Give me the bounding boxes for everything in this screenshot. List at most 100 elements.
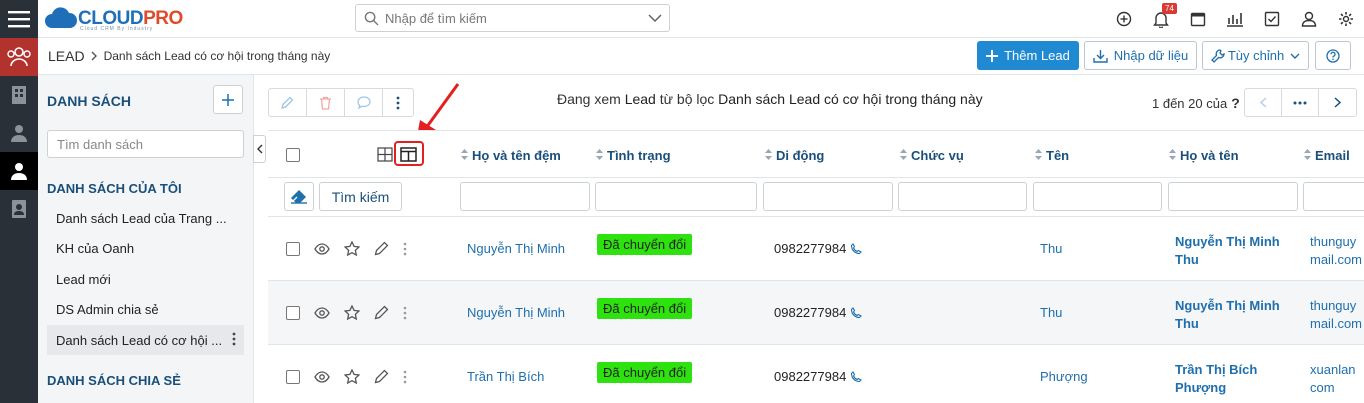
cell-first-name[interactable]: Phượng [1040, 369, 1088, 384]
grid-icon[interactable] [377, 147, 393, 165]
add-list-button[interactable] [213, 85, 243, 114]
contact-card-icon[interactable] [0, 190, 38, 228]
bell-icon[interactable]: 74 [1142, 0, 1179, 38]
calendar-icon[interactable] [1179, 0, 1216, 38]
total-count-unknown[interactable]: ? [1231, 95, 1240, 111]
row-checkbox[interactable] [286, 369, 300, 384]
trash-icon [320, 96, 331, 110]
building-icon[interactable] [0, 76, 38, 114]
more-vertical-icon[interactable] [232, 332, 236, 349]
shared-lists-heading: DANH SÁCH CHIA SẺ [47, 373, 181, 388]
eye-icon[interactable] [314, 370, 330, 383]
pagination-buttons [1244, 88, 1357, 117]
cell-middle-name[interactable]: Nguyễn Thị Minh [467, 305, 565, 320]
cell-email[interactable]: thunguy mail.com [1310, 297, 1362, 333]
cell-full-name[interactable]: Nguyễn Thị Minh Thu [1175, 233, 1280, 269]
row-checkbox[interactable] [286, 241, 300, 256]
sort-icon [1169, 148, 1176, 163]
global-search[interactable]: Nhập để tìm kiếm [355, 4, 670, 32]
list-view-description: Đang xem Lead từ bộ lọc Danh sách Lead c… [557, 91, 983, 107]
page-jump-button[interactable] [1282, 89, 1319, 116]
cell-email[interactable]: xuanlan com [1310, 361, 1356, 397]
column-header-full-name[interactable]: Họ và tên [1169, 148, 1239, 163]
filter-input-status[interactable] [595, 182, 757, 211]
breadcrumb-module[interactable]: LEAD [48, 48, 85, 64]
more-vertical-icon[interactable] [403, 306, 407, 320]
filter-input-email[interactable] [1303, 182, 1364, 211]
sidebar-item-trang[interactable]: Danh sách Lead của Trang ... [47, 203, 244, 233]
pencil-icon[interactable] [374, 305, 389, 320]
sidebar-item-admin-shared[interactable]: DS Admin chia sẻ [47, 294, 244, 324]
table-row[interactable]: Nguyễn Thị Minh Đã chuyển đổi 0982277984… [268, 281, 1364, 345]
column-header-mobile[interactable]: Di động [765, 148, 824, 163]
eye-icon[interactable] [314, 242, 330, 255]
cloudpro-logo[interactable]: CLOUDPRO Cloud CRM By Industry [44, 4, 183, 34]
table-row[interactable]: Trần Thị Bích Đã chuyển đổi 0982277984 P… [268, 345, 1364, 403]
comment-button[interactable] [345, 89, 383, 116]
pencil-icon[interactable] [374, 369, 389, 384]
cell-status: Đã chuyển đổi [597, 362, 693, 383]
lead-user-icon[interactable] [0, 152, 38, 190]
next-page-button[interactable] [1319, 89, 1356, 116]
star-icon[interactable] [344, 369, 360, 384]
user-profile-icon[interactable] [1290, 0, 1327, 38]
column-header-status[interactable]: Tình trạng [596, 148, 671, 163]
cell-first-name[interactable]: Thu [1040, 241, 1062, 256]
user-tie-icon[interactable] [0, 114, 38, 152]
cell-status: Đã chuyển đổi [597, 298, 693, 319]
table-row[interactable]: Nguyễn Thị Minh Đã chuyển đổi 0982277984… [268, 217, 1364, 281]
filter-input-mobile[interactable] [763, 182, 893, 211]
star-icon[interactable] [344, 305, 360, 320]
clear-filter-button[interactable] [284, 182, 314, 211]
list-sidebar: DANH SÁCH Tìm danh sách DANH SÁCH CỦA TÔ… [38, 75, 254, 403]
cell-first-name[interactable]: Thu [1040, 305, 1062, 320]
filter-input-first-name[interactable] [1033, 182, 1162, 211]
add-lead-button[interactable]: Thêm Lead [977, 41, 1079, 70]
star-icon[interactable] [344, 241, 360, 256]
list-search-input[interactable]: Tìm danh sách [47, 130, 244, 158]
column-header-first-name[interactable]: Tên [1035, 148, 1069, 163]
cell-mobile: 0982277984 [774, 305, 863, 320]
chevron-down-icon[interactable] [641, 14, 669, 22]
filter-input-middle-name[interactable] [460, 182, 590, 211]
contacts-module-icon[interactable] [0, 38, 38, 76]
filter-input-full-name[interactable] [1168, 182, 1298, 211]
column-header-job-title[interactable]: Chức vụ [900, 148, 964, 163]
cell-middle-name[interactable]: Trần Thị Bích [467, 369, 544, 384]
eye-icon[interactable] [314, 306, 330, 319]
more-vertical-icon[interactable] [403, 242, 407, 256]
delete-button[interactable] [307, 89, 345, 116]
chart-icon[interactable] [1216, 0, 1253, 38]
more-vertical-icon[interactable] [403, 370, 407, 384]
more-actions-button[interactable] [383, 89, 413, 116]
cell-full-name[interactable]: Trần Thị Bích Phượng [1175, 361, 1257, 397]
column-header-email[interactable]: Email [1304, 148, 1350, 163]
sidebar-item-opportunity[interactable]: Danh sách Lead có cơ hội ... [47, 325, 244, 355]
previous-page-button[interactable] [1245, 89, 1282, 116]
import-data-button[interactable]: Nhập dữ liệu [1084, 41, 1197, 70]
collapse-sidebar-button[interactable] [253, 135, 266, 163]
cell-middle-name[interactable]: Nguyễn Thị Minh [467, 241, 565, 256]
row-checkbox[interactable] [286, 305, 300, 320]
cell-full-name[interactable]: Nguyễn Thị Minh Thu [1175, 297, 1280, 333]
cell-email[interactable]: thunguy mail.com [1310, 233, 1362, 269]
checkbox-task-icon[interactable] [1253, 0, 1290, 38]
sidebar-item-oanh[interactable]: KH của Oanh [47, 233, 244, 263]
help-button[interactable] [1315, 41, 1351, 70]
filter-input-job-title[interactable] [898, 182, 1027, 211]
pencil-icon[interactable] [374, 241, 389, 256]
phone-icon[interactable] [850, 306, 863, 319]
customize-button[interactable]: Tùy chỉnh [1202, 41, 1309, 70]
gear-icon[interactable] [1327, 0, 1364, 38]
phone-icon[interactable] [850, 370, 863, 383]
add-circle-icon[interactable] [1105, 0, 1142, 38]
select-all-checkbox[interactable] [286, 148, 300, 162]
filter-search-button[interactable]: Tìm kiếm [319, 182, 402, 211]
sidebar-item-new-lead[interactable]: Lead mới [47, 264, 244, 294]
edit-button[interactable] [269, 89, 307, 116]
row-actions [286, 241, 421, 256]
column-header-middle-name[interactable]: Họ và tên đệm [461, 148, 561, 163]
phone-icon[interactable] [850, 242, 863, 255]
menu-icon[interactable] [0, 0, 38, 38]
search-input[interactable]: Nhập để tìm kiếm [385, 11, 641, 26]
